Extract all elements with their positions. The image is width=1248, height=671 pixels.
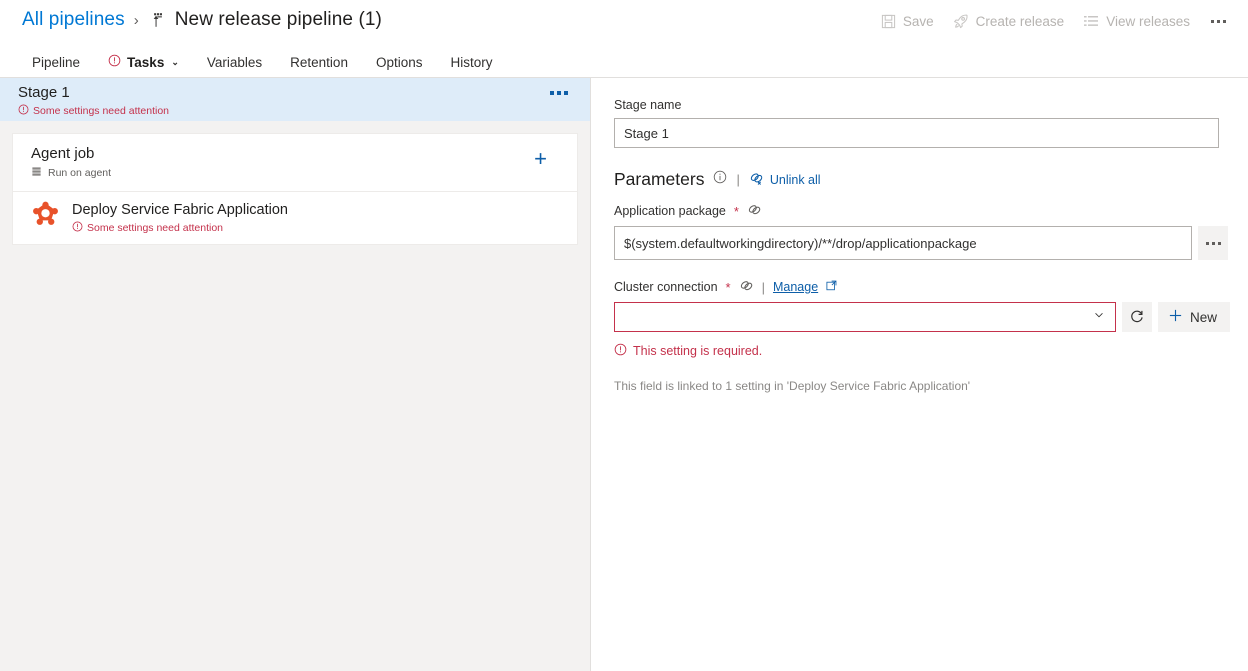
rocket-icon — [953, 13, 969, 29]
external-link-icon — [826, 280, 837, 294]
task-row[interactable]: Deploy Service Fabric Application Some s… — [13, 192, 577, 244]
tab-pipeline[interactable]: Pipeline — [18, 46, 94, 78]
task-title: Deploy Service Fabric Application — [72, 201, 288, 220]
warning-icon — [18, 104, 29, 118]
dot — [1218, 242, 1221, 245]
tab-tasks[interactable]: Tasks ⌄ — [94, 46, 193, 78]
task-status: Some settings need attention — [72, 221, 288, 235]
dot — [1206, 242, 1209, 245]
add-task-button[interactable]: + — [534, 148, 547, 170]
service-fabric-icon — [31, 201, 60, 235]
breadcrumb: All pipelines › New release pipeline (1) — [22, 4, 382, 36]
stage-status: Some settings need attention — [18, 104, 590, 118]
stage-status-label: Some settings need attention — [33, 105, 169, 117]
tab-history[interactable]: History — [436, 46, 506, 78]
page-title: New release pipeline (1) — [175, 9, 382, 31]
agent-job-row[interactable]: Agent job Run on agent + — [13, 134, 577, 192]
header-toolbar: Save Create release — [873, 6, 1236, 36]
tab-options[interactable]: Options — [362, 46, 437, 78]
release-pipeline-editor: All pipelines › New release pipeline (1) — [0, 0, 1248, 671]
stage-options-button[interactable] — [550, 91, 568, 95]
cluster-connection-divider: | — [762, 280, 765, 295]
error-text: This setting is required. — [633, 344, 762, 358]
link-icon[interactable] — [739, 278, 754, 296]
application-package-input[interactable] — [614, 226, 1192, 260]
dot — [550, 91, 554, 95]
tab-bar: Pipeline Tasks ⌄ Variables Retention — [18, 44, 507, 78]
required-marker: * — [734, 205, 739, 218]
chevron-down-icon[interactable]: ⌄ — [171, 57, 179, 68]
dot — [1217, 20, 1220, 23]
dot — [1212, 242, 1215, 245]
refresh-button[interactable] — [1122, 302, 1152, 332]
cluster-connection-select[interactable] — [614, 302, 1116, 332]
page-header: All pipelines › New release pipeline (1) — [0, 0, 1248, 78]
application-package-row — [614, 226, 1230, 260]
release-pipeline-icon — [148, 12, 165, 29]
new-service-connection-button[interactable]: New — [1158, 302, 1230, 332]
warning-icon — [614, 343, 627, 359]
create-release-button[interactable]: Create release — [945, 9, 1073, 33]
create-release-label: Create release — [976, 14, 1065, 29]
agent-job-title: Agent job — [31, 144, 577, 164]
info-icon[interactable] — [713, 170, 727, 189]
view-releases-label: View releases — [1106, 14, 1190, 29]
agent-job-subtitle-row: Run on agent — [31, 166, 577, 180]
task-status-label: Some settings need attention — [87, 222, 223, 234]
cluster-connection-row: New — [614, 302, 1230, 332]
save-button[interactable]: Save — [873, 10, 942, 33]
cluster-connection-label: Cluster connection — [614, 280, 718, 294]
application-package-label-row: Application package * — [614, 202, 1230, 220]
dot — [564, 91, 568, 95]
save-label: Save — [903, 14, 934, 29]
list-icon — [1083, 13, 1099, 29]
linked-setting-note: This field is linked to 1 setting in 'De… — [614, 379, 1230, 393]
stage-name-input[interactable] — [614, 118, 1219, 148]
stage-title: Stage 1 — [18, 83, 590, 102]
tab-tasks-label: Tasks — [127, 55, 164, 70]
unlink-all-label: Unlink all — [770, 173, 821, 187]
tab-variables[interactable]: Variables — [193, 46, 276, 78]
tab-options-label: Options — [376, 55, 423, 70]
dot — [557, 91, 561, 95]
application-package-browse-button[interactable] — [1198, 226, 1228, 260]
cluster-connection-label-row: Cluster connection * | Manage — [614, 278, 1230, 296]
unlink-icon — [749, 171, 764, 189]
unlink-all-button[interactable]: Unlink all — [749, 171, 821, 189]
warning-icon — [72, 221, 83, 235]
tab-pipeline-label: Pipeline — [32, 55, 80, 70]
task-text: Deploy Service Fabric Application Some s… — [72, 201, 288, 235]
parameters-header: Parameters | Unlink all — [614, 169, 1230, 190]
link-icon[interactable] — [747, 202, 762, 220]
cluster-connection-error: This setting is required. — [614, 343, 1230, 359]
manage-link[interactable]: Manage — [773, 280, 818, 294]
stage-settings-panel: Stage name Parameters | — [592, 78, 1248, 671]
required-marker: * — [726, 281, 731, 294]
breadcrumb-all-pipelines-link[interactable]: All pipelines — [22, 9, 125, 31]
parameters-title: Parameters — [614, 169, 704, 190]
save-icon — [881, 14, 896, 29]
chevron-down-icon — [1093, 308, 1105, 326]
view-releases-button[interactable]: View releases — [1075, 9, 1198, 33]
header-overflow-menu-button[interactable] — [1201, 14, 1236, 29]
tab-retention[interactable]: Retention — [276, 46, 362, 78]
job-card: Agent job Run on agent + — [12, 133, 578, 245]
stage-name-label: Stage name — [614, 98, 1230, 112]
tab-variables-label: Variables — [207, 55, 262, 70]
parameters-divider: | — [736, 172, 739, 187]
agent-job-subtitle: Run on agent — [48, 167, 111, 179]
server-icon — [31, 166, 42, 180]
breadcrumb-separator: › — [133, 12, 140, 29]
new-label: New — [1190, 310, 1217, 325]
dot — [1211, 20, 1214, 23]
tab-retention-label: Retention — [290, 55, 348, 70]
stage-header[interactable]: Stage 1 Some settings need attention — [0, 78, 590, 121]
application-package-label: Application package — [614, 204, 726, 218]
warning-icon — [108, 54, 121, 70]
tab-history-label: History — [450, 55, 492, 70]
plus-icon — [1168, 308, 1183, 326]
tasks-sidebar: Stage 1 Some settings need attention — [0, 78, 591, 671]
dot — [1223, 20, 1226, 23]
